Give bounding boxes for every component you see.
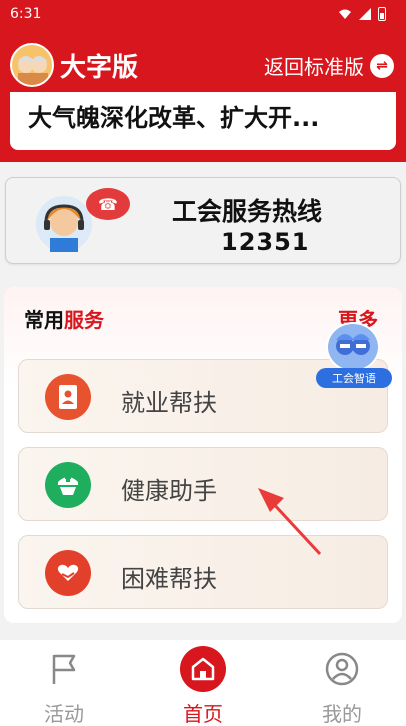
hotline-number: 12351 bbox=[221, 228, 310, 256]
service-item-label: 就业帮扶 bbox=[121, 389, 217, 417]
service-item-label: 健康助手 bbox=[121, 477, 217, 505]
phone-icon: ☎ bbox=[86, 188, 130, 220]
tab-label: 我的 bbox=[322, 702, 362, 726]
avatar[interactable] bbox=[10, 43, 54, 87]
flag-icon bbox=[45, 650, 83, 688]
user-icon bbox=[323, 650, 361, 688]
hotline-title: 工会服务热线 bbox=[172, 197, 323, 226]
bottom-tabbar: 活动 首页 我的 bbox=[0, 640, 406, 726]
signal-icon bbox=[359, 8, 371, 20]
home-icon bbox=[180, 646, 226, 692]
app-header: 大字版 返回标准版 ⇌ bbox=[0, 30, 406, 100]
medical-kit-icon bbox=[45, 462, 91, 508]
ai-assistant-widget[interactable]: 工会智语 bbox=[316, 322, 392, 392]
tab-activities[interactable]: 活动 bbox=[24, 650, 104, 726]
tab-home[interactable]: 首页 bbox=[163, 646, 243, 726]
status-icons bbox=[338, 7, 386, 21]
ai-assistant-label: 工会智语 bbox=[316, 368, 392, 388]
news-banner[interactable]: 大气魄深化改革、扩大开... bbox=[10, 92, 396, 150]
back-to-standard-button[interactable]: 返回标准版 ⇌ bbox=[264, 51, 394, 80]
status-bar: 6:31 bbox=[0, 0, 406, 30]
resume-icon bbox=[45, 374, 91, 420]
arrow-pointer-icon bbox=[258, 488, 322, 556]
service-item-label: 困难帮扶 bbox=[121, 565, 217, 593]
status-time: 6:31 bbox=[10, 6, 42, 22]
news-headline: 大气魄深化改革、扩大开... bbox=[28, 104, 320, 132]
service-agent-icon bbox=[36, 196, 92, 252]
swap-icon: ⇌ bbox=[370, 53, 394, 78]
hotline-card[interactable]: ☎ 工会服务热线 12351 bbox=[5, 177, 401, 264]
page-title: 大字版 bbox=[60, 53, 139, 83]
back-to-standard-label: 返回标准版 bbox=[264, 55, 364, 79]
tab-profile[interactable]: 我的 bbox=[302, 650, 382, 726]
robot-icon bbox=[326, 322, 380, 372]
wifi-icon bbox=[339, 9, 351, 19]
section-title: 常用服务 bbox=[24, 304, 104, 333]
service-item-hardship[interactable]: 困难帮扶 bbox=[18, 535, 388, 609]
tab-label: 活动 bbox=[44, 702, 84, 726]
tab-label: 首页 bbox=[183, 702, 223, 726]
section-title-part1: 常用 bbox=[24, 308, 64, 332]
section-title-part2: 服务 bbox=[64, 308, 104, 332]
battery-icon bbox=[378, 7, 386, 21]
heart-hand-icon bbox=[45, 550, 91, 596]
service-item-health[interactable]: 健康助手 bbox=[18, 447, 388, 521]
